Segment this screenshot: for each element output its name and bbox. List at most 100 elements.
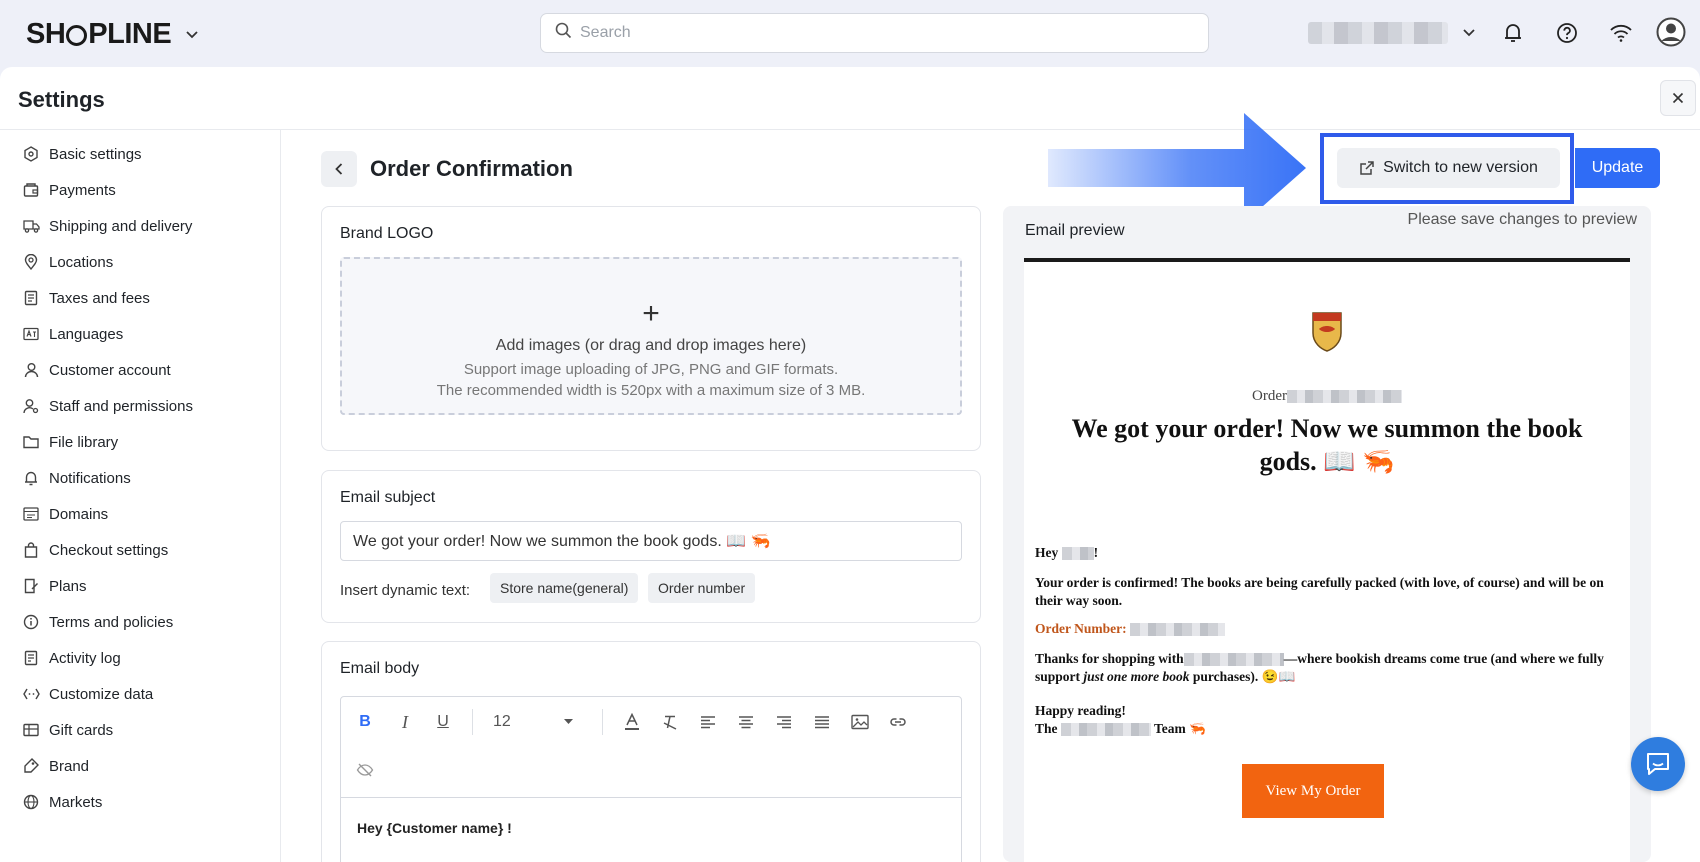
editor-toolbar-row-2 (341, 745, 963, 793)
sidebar-item-label: Markets (49, 793, 103, 811)
order-label: Order (1252, 388, 1287, 404)
sidebar-item-customize-data[interactable]: Customize data (22, 681, 153, 707)
upload-instruction: Add images (or drag and drop images here… (495, 337, 807, 354)
align-center-icon[interactable] (736, 711, 756, 733)
truck-icon (22, 217, 40, 235)
customer-name-redacted (1061, 547, 1094, 561)
hide-icon[interactable] (355, 759, 375, 781)
sidebar-item-markets[interactable]: Markets (22, 789, 102, 815)
font-size-select[interactable]: 12 (493, 711, 573, 733)
italic-button[interactable]: I (395, 711, 415, 733)
sidebar-item-label: Taxes and fees (49, 289, 150, 307)
team-start: The (1035, 721, 1058, 736)
sidebar-item-activity-log[interactable]: Activity log (22, 645, 121, 671)
chevron-down-icon[interactable] (185, 27, 199, 43)
sidebar-item-label: Notifications (49, 469, 131, 487)
email-preview-title: Email preview (1025, 222, 1125, 239)
order-id-redacted (1286, 390, 1402, 404)
sidebar-item-languages[interactable]: Languages (22, 321, 123, 347)
chevron-down-icon[interactable] (1456, 20, 1482, 46)
view-my-order-button[interactable]: View My Order (1242, 764, 1384, 818)
team-end: Team 🦐 (1154, 721, 1206, 736)
search-icon (555, 22, 572, 44)
insert-image-icon[interactable] (850, 711, 870, 733)
external-link-icon (1360, 161, 1374, 175)
email-subject-title: Email subject (340, 489, 436, 506)
switch-to-new-version-button[interactable]: Switch to new version (1337, 148, 1560, 188)
sidebar-item-shipping[interactable]: Shipping and delivery (22, 213, 192, 239)
sidebar-item-notifications[interactable]: Notifications (22, 465, 131, 491)
sidebar-item-staff[interactable]: Staff and permissions (22, 393, 193, 419)
sidebar-item-file-library[interactable]: File library (22, 429, 118, 455)
greeting-end: ! (1093, 545, 1099, 560)
plus-icon: + (642, 297, 660, 330)
sidebar-item-terms[interactable]: Terms and policies (22, 609, 173, 635)
align-left-icon[interactable] (698, 711, 718, 733)
folder-icon (22, 433, 40, 451)
sidebar-item-payments[interactable]: Payments (22, 177, 116, 203)
update-button[interactable]: Update (1575, 148, 1660, 188)
receipt-icon (22, 289, 40, 307)
sidebar-item-domains[interactable]: Domains (22, 501, 108, 527)
bell-icon (22, 469, 40, 487)
link-icon[interactable] (888, 711, 908, 733)
store-account-name[interactable] (1308, 22, 1448, 44)
shopline-logo[interactable]: SH PLINE (26, 18, 199, 51)
language-icon (22, 325, 40, 343)
page-title: Order Confirmation (370, 156, 573, 181)
order-number-label: Order Number: (1035, 621, 1127, 636)
sidebar-item-label: Languages (49, 325, 124, 343)
sidebar-item-gift-cards[interactable]: Gift cards (22, 717, 113, 743)
hexagon-icon (22, 145, 40, 163)
search-input[interactable] (580, 24, 1180, 42)
store-crest-logo (1311, 311, 1343, 353)
order-line: Order (1252, 388, 1402, 405)
location-pin-icon (22, 253, 40, 271)
dynamic-text-label: Insert dynamic text: (340, 582, 471, 599)
sidebar-item-checkout[interactable]: Checkout settings (22, 537, 168, 563)
email-subject-input[interactable] (340, 521, 962, 561)
avatar[interactable] (1656, 17, 1686, 47)
store-name-redacted (1183, 653, 1284, 667)
globe-icon (22, 793, 40, 811)
editor-content[interactable]: Hey {Customer name} ! (341, 797, 961, 858)
underline-button[interactable]: U (433, 711, 453, 733)
close-button[interactable] (1660, 80, 1696, 116)
dynamic-chip-order-number[interactable]: Order number (648, 573, 756, 603)
sidebar-item-locations[interactable]: Locations (22, 249, 113, 275)
sidebar-item-taxes[interactable]: Taxes and fees (22, 285, 150, 311)
top-bar: SH PLINE (0, 0, 1700, 66)
bold-button[interactable]: B (355, 711, 375, 733)
clear-format-icon[interactable] (660, 711, 680, 733)
sidebar-item-label: File library (49, 433, 119, 451)
order-number-line: Order Number: (1035, 620, 1615, 638)
bell-icon[interactable] (1500, 20, 1526, 46)
greeting-line: Hey ! (1035, 544, 1615, 562)
upload-formats: Support image uploading of JPG, PNG and … (463, 361, 839, 378)
help-icon[interactable] (1554, 20, 1580, 46)
sidebar-item-customer-account[interactable]: Customer account (22, 357, 171, 383)
sidebar-item-plans[interactable]: Plans (22, 573, 87, 599)
align-right-icon[interactable] (774, 711, 794, 733)
sidebar-item-brand[interactable]: Brand (22, 753, 89, 779)
rich-text-editor: B I U 12 Hey {Customer name} ! (340, 696, 962, 862)
chat-support-button[interactable] (1631, 737, 1685, 791)
thanks-end: purchases). 😉📖 (1189, 669, 1296, 684)
search-box[interactable] (540, 13, 1209, 53)
image-upload-dropzone[interactable]: + Add images (or drag and drop images he… (340, 257, 962, 415)
log-icon (22, 649, 40, 667)
wifi-icon[interactable] (1608, 20, 1634, 46)
settings-title: Settings (18, 87, 105, 112)
back-button[interactable] (321, 151, 357, 187)
happy-reading: Happy reading! (1035, 703, 1126, 718)
logo-text-suffix: PLINE (88, 18, 172, 50)
align-justify-icon[interactable] (812, 711, 832, 733)
thanks-text: Thanks for shopping with —where bookish d… (1035, 650, 1615, 686)
text-color-icon[interactable] (622, 711, 642, 733)
sidebar-item-basic-settings[interactable]: Basic settings (22, 141, 142, 167)
sidebar-item-label: Terms and policies (49, 613, 174, 631)
thanks-italic: just one more book (1083, 669, 1190, 684)
dynamic-chip-store-name[interactable]: Store name(general) (490, 573, 639, 603)
email-headline: We got your order! Now we summon the boo… (1071, 414, 1583, 476)
confirmation-text: Your order is confirmed! The books are b… (1035, 575, 1604, 608)
